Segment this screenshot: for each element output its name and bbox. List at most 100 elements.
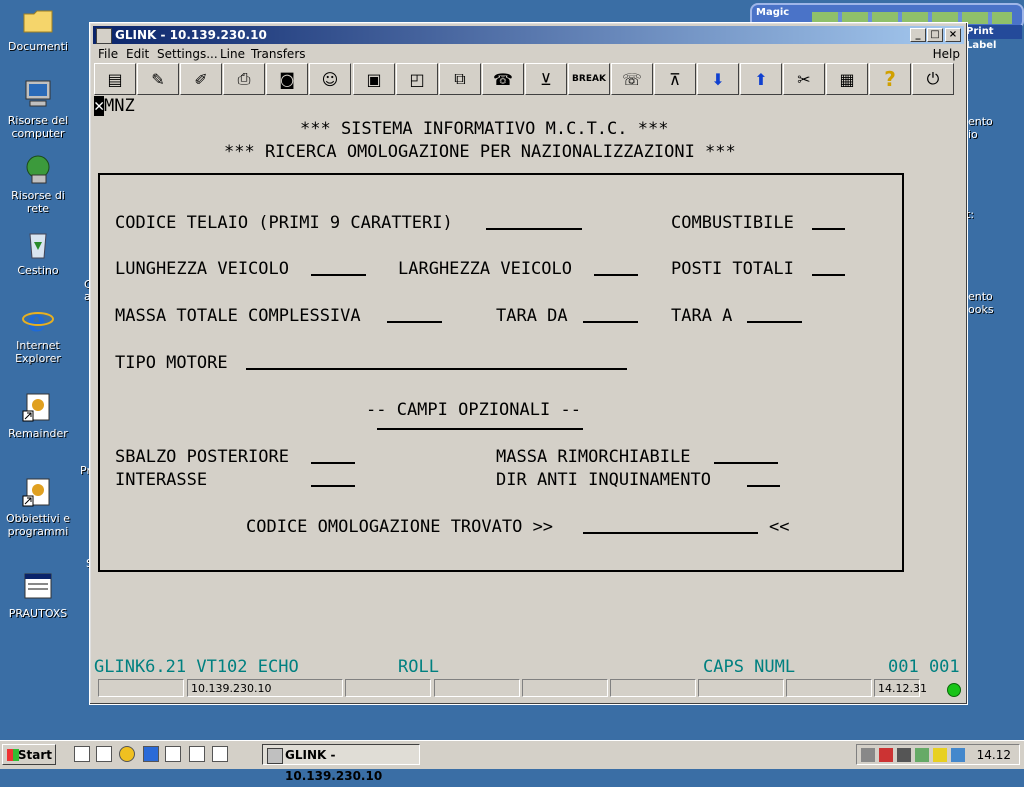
desktop-icon-obbiettivi[interactable]: Obbiettivi e programmi: [0, 476, 76, 538]
menu-file[interactable]: File: [98, 45, 118, 63]
glink-window: GLINK - 10.139.230.10 _ □ × File Edit Se…: [89, 22, 968, 705]
window-icon[interactable]: ▣: [353, 63, 395, 95]
tools-icon[interactable]: ✂: [783, 63, 825, 95]
quicklaunch-window-icon[interactable]: [212, 746, 228, 762]
brush-icon[interactable]: ✐: [180, 63, 222, 95]
status-cell: [610, 679, 696, 697]
drawer-icon[interactable]: ▤: [94, 63, 136, 95]
status-emulation: GLINK6.21 VT102 ECHO: [94, 657, 299, 677]
input-dir-anti[interactable]: [747, 485, 780, 487]
copy-icon[interactable]: ⧉: [439, 63, 481, 95]
quicklaunch-terminal-icon[interactable]: [189, 746, 205, 762]
desktop-partial-text: ento: [968, 115, 993, 128]
desktop-icon-label: Cestino: [17, 264, 59, 277]
input-lunghezza[interactable]: [311, 274, 366, 276]
tray-app-icon[interactable]: [933, 748, 947, 762]
quicklaunch-ie-icon[interactable]: [143, 746, 159, 762]
screen-heading: *** SISTEMA INFORMATIVO M.C.T.C. ***: [300, 119, 669, 139]
menu-help[interactable]: Help: [933, 45, 960, 63]
download-icon[interactable]: ⊻: [525, 63, 567, 95]
window-resize-icon[interactable]: ◰: [396, 63, 438, 95]
network-tray-icon[interactable]: [879, 748, 893, 762]
input-tara-da[interactable]: [583, 321, 638, 323]
tray-app-icon[interactable]: [951, 748, 965, 762]
input-codice-telaio[interactable]: [486, 228, 582, 230]
desktop-icon-prautoxs[interactable]: PRAUTOXS: [0, 571, 76, 620]
connection-led-icon: [947, 683, 961, 697]
close-button[interactable]: ×: [945, 28, 961, 42]
status-cell: [345, 679, 431, 697]
tray-app-icon[interactable]: [915, 748, 929, 762]
windows-logo-icon: [7, 749, 19, 761]
input-codice-omologazione[interactable]: [583, 532, 758, 534]
desktop-icon-label: Risorse del computer: [7, 114, 69, 140]
help-icon[interactable]: ?: [869, 63, 911, 95]
label-codice-omologazione: CODICE OMOLOGAZIONE TROVATO >>: [246, 517, 554, 537]
menu-transfers[interactable]: Transfers: [251, 45, 306, 63]
desktop-partial-text: io: [968, 128, 978, 141]
quicklaunch-media-icon[interactable]: [119, 746, 135, 762]
status-cell: [698, 679, 784, 697]
arrow-up-icon[interactable]: ⬆: [740, 63, 782, 95]
input-sbalzo[interactable]: [311, 462, 355, 464]
quicklaunch-printer-icon[interactable]: [165, 746, 181, 762]
upload-icon[interactable]: ⊼: [654, 63, 696, 95]
magic-label: Magic: [756, 7, 790, 18]
desktop-icon-cestino[interactable]: Cestino: [0, 228, 76, 277]
glink-app-icon[interactable]: [96, 28, 112, 44]
desktop-icon-risorse-rete[interactable]: Risorse di rete: [0, 153, 76, 215]
input-massa[interactable]: [387, 321, 442, 323]
quicklaunch-notepad-icon[interactable]: [96, 746, 112, 762]
pencil-icon[interactable]: ✎: [137, 63, 179, 95]
shortcut-icon: [22, 476, 54, 508]
input-combustibile[interactable]: [812, 228, 845, 230]
menu-line[interactable]: Line: [220, 45, 245, 63]
status-caps-numl: CAPS NUML: [703, 657, 796, 677]
desktop-icon-label: Documenti: [7, 40, 69, 53]
exit-icon[interactable]: ⏻: [912, 63, 954, 95]
volume-icon[interactable]: [861, 748, 875, 762]
input-interasse[interactable]: [311, 485, 355, 487]
start-button[interactable]: Start: [2, 744, 56, 765]
camera-icon[interactable]: ◙: [266, 63, 308, 95]
menu-edit[interactable]: Edit: [126, 45, 149, 63]
menu-settings[interactable]: Settings...: [157, 45, 218, 63]
quicklaunch-desktop-icon[interactable]: [74, 746, 90, 762]
arrow-down-icon[interactable]: ⬇: [697, 63, 739, 95]
print-label-button[interactable]: Print Label: [962, 25, 1022, 51]
input-massa-rimorchiabile[interactable]: [714, 462, 778, 464]
desktop-icon-internet-explorer[interactable]: e Internet Explorer: [0, 303, 76, 365]
desktop-icon-risorse-computer[interactable]: Risorse del computer: [0, 78, 76, 140]
break-icon[interactable]: BREAK: [568, 63, 610, 95]
printer-icon[interactable]: ⎙: [223, 63, 265, 95]
desktop-icon-label: Risorse di rete: [11, 189, 65, 215]
input-larghezza[interactable]: [594, 274, 638, 276]
label-larghezza: LARGHEZZA VEICOLO: [398, 259, 572, 279]
desktop-icon-documenti[interactable]: Documenti: [0, 4, 76, 53]
phone-icon[interactable]: ☎: [482, 63, 524, 95]
label-codice-omologazione-end: <<: [769, 517, 790, 537]
taskbar-button-glink[interactable]: GLINK - 10.139.230.10: [262, 744, 420, 783]
tray-app-icon[interactable]: [897, 748, 911, 762]
label-massa: MASSA TOTALE COMPLESSIVA: [115, 306, 361, 326]
label-tara-a: TARA A: [671, 306, 733, 326]
input-tipo-motore[interactable]: [246, 368, 627, 370]
toolbar: ▤ ✎ ✐ ⎙ ◙ ☺ ▣ ◰ ⧉ ☎ ⊻ BREAK ☏ ⊼ ⬇ ⬆ ✂ ▦? ⏻: [94, 63, 962, 95]
label-interasse: INTERASSE: [115, 470, 208, 490]
taskbar: Start GLINK - 10.139.230.10 14.12: [0, 740, 1024, 783]
input-tara-a[interactable]: [747, 321, 802, 323]
desktop-partial-text: ento: [968, 290, 993, 303]
maximize-button[interactable]: □: [927, 28, 943, 42]
desktop-icon-remainder[interactable]: Remainder: [0, 391, 76, 440]
window-titlebar[interactable]: GLINK - 10.139.230.10 _ □ ×: [93, 26, 964, 44]
input-posti[interactable]: [812, 274, 845, 276]
menu-bar: File Edit Settings... Line Transfers Hel…: [93, 45, 964, 63]
user-icon[interactable]: ☺: [309, 63, 351, 95]
label-codice-telaio: CODICE TELAIO (PRIMI 9 CARATTERI): [115, 213, 453, 233]
phone-hangup-icon[interactable]: ☏: [611, 63, 653, 95]
minimize-button[interactable]: _: [910, 28, 926, 42]
keyboard-icon[interactable]: ▦: [826, 63, 868, 95]
taskbar-clock: 14.12: [976, 748, 1011, 762]
terminal-screen[interactable]: ✕ MNZ *** SISTEMA INFORMATIVO M.C.T.C. *…: [94, 96, 963, 677]
section-campi-opzionali: -- CAMPI OPZIONALI --: [366, 400, 581, 420]
